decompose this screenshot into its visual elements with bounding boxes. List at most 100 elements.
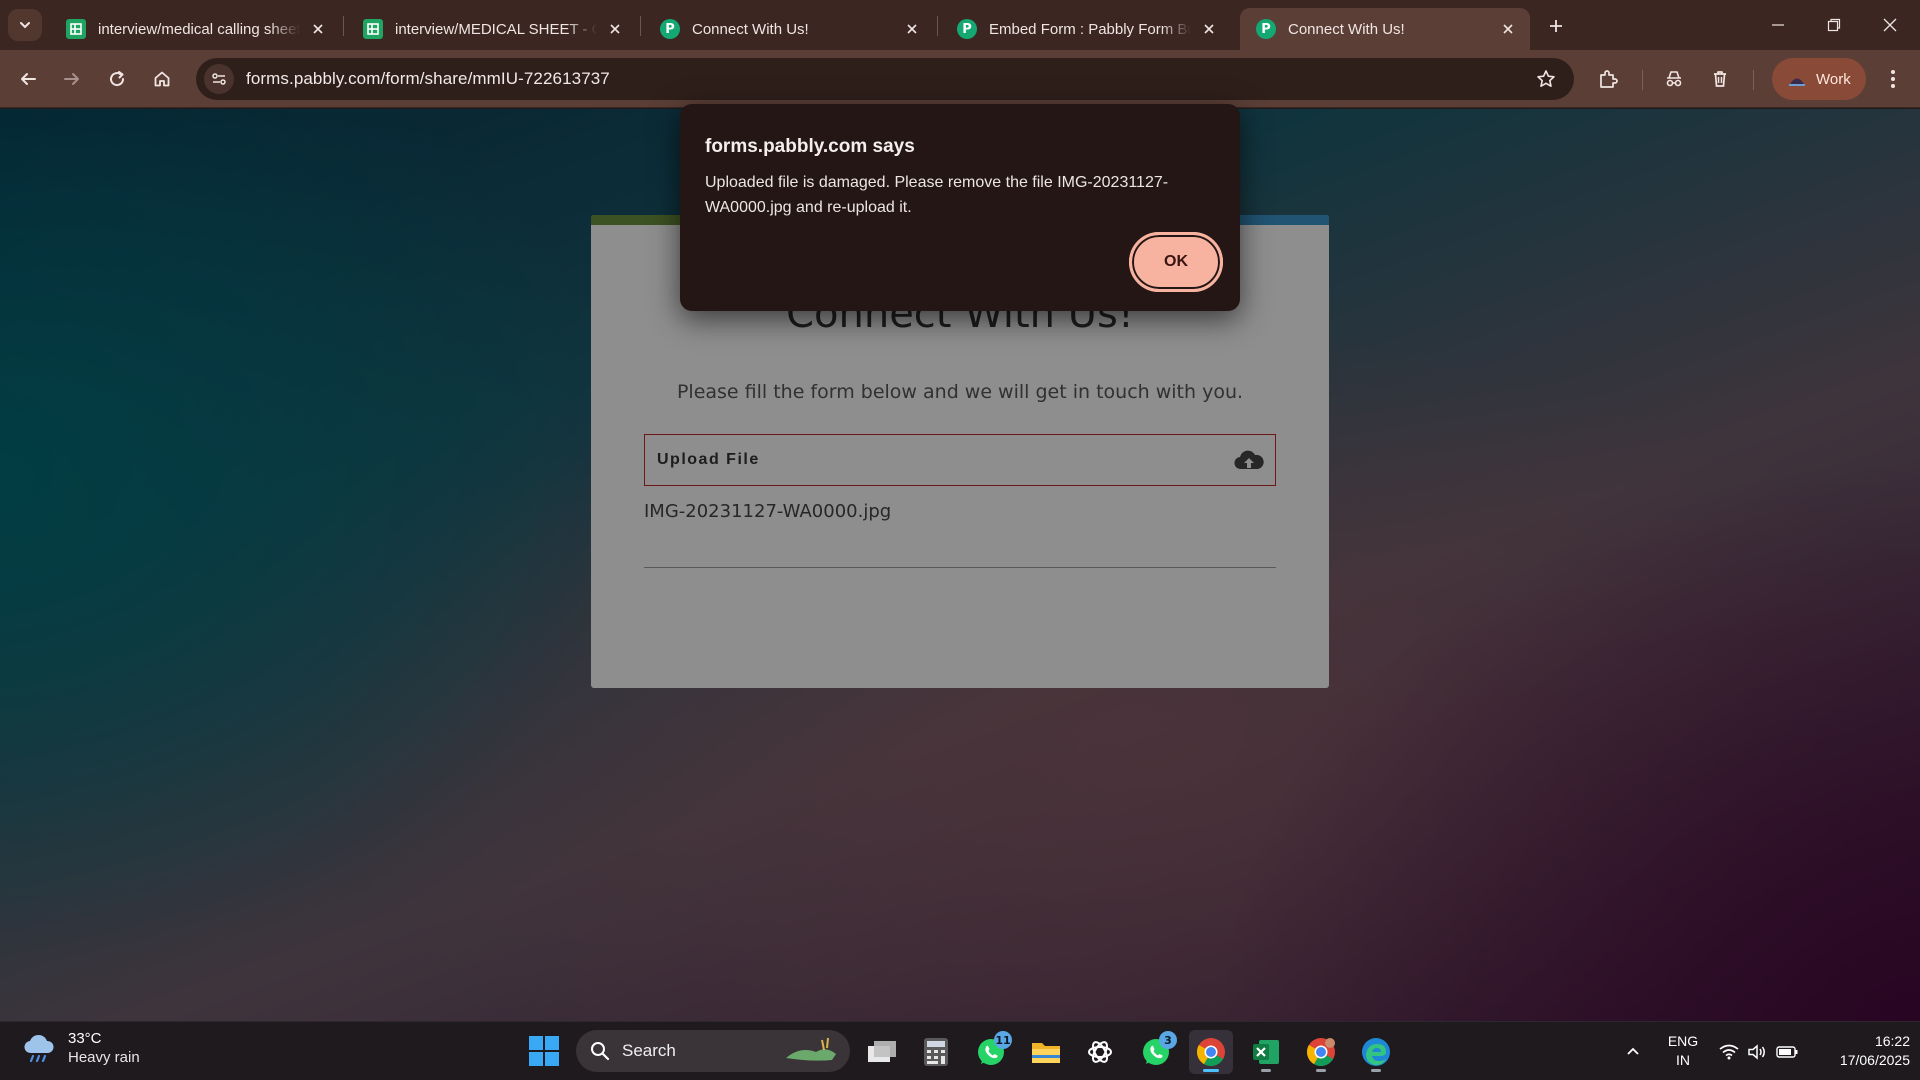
show-hidden-icons-button[interactable] [1619, 1022, 1647, 1080]
taskbar-excel[interactable] [1244, 1030, 1288, 1074]
chevron-down-icon [20, 22, 30, 29]
tab-close-icon[interactable] [902, 19, 922, 39]
browser-toolbar: forms.pabbly.com/form/share/mmIU-7226137… [0, 50, 1920, 108]
network-status[interactable] [1716, 1022, 1742, 1080]
back-button[interactable] [12, 63, 44, 95]
minimize-icon [1772, 24, 1784, 26]
tab-close-icon[interactable] [1199, 19, 1219, 39]
chrome-profile-icon [1307, 1038, 1335, 1066]
minimize-button[interactable] [1750, 0, 1806, 50]
trash-icon [1714, 71, 1726, 87]
spy-icon [1666, 71, 1682, 87]
puzzle-icon [1600, 70, 1618, 88]
clock-time: 16:22 [1874, 1033, 1910, 1049]
language-region: IN [1676, 1052, 1690, 1068]
tab-title: Embed Form : Pabbly Form Buil [989, 20, 1191, 38]
profile-button[interactable]: Work [1772, 58, 1866, 100]
close-icon [1883, 18, 1897, 32]
dialog-message: Uploaded file is damaged. Please remove … [705, 174, 1169, 216]
task-view-icon [868, 1041, 896, 1062]
chatgpt-icon [1088, 1041, 1112, 1063]
taskbar-calculator[interactable] [914, 1030, 958, 1074]
new-tab-button[interactable] [1542, 12, 1570, 40]
browser-tab-3[interactable]: P Connect With Us! [644, 8, 934, 50]
browser-tab-1[interactable]: interview/medical calling sheet [50, 8, 340, 50]
speaker-icon [1748, 1043, 1765, 1060]
home-button[interactable] [146, 63, 178, 95]
excel-icon [1253, 1040, 1279, 1064]
whatsapp-business-notification-badge: 3 [1159, 1031, 1177, 1049]
edge-icon [1362, 1038, 1390, 1066]
arrow-right-icon [64, 73, 79, 85]
search-label: Search [622, 1041, 676, 1060]
tab-close-icon[interactable] [308, 19, 328, 39]
taskbar-search[interactable]: Search [576, 1030, 850, 1072]
running-indicator [1371, 1069, 1381, 1072]
clock-date: 17/06/2025 [1839, 1052, 1910, 1068]
forward-button[interactable] [56, 63, 88, 95]
browser-tab-strip: interview/medical calling sheet intervie… [0, 0, 1920, 50]
dialog-title: forms.pabbly.com says [705, 136, 915, 157]
folder-icon [1032, 1043, 1060, 1063]
restore-button[interactable] [1806, 0, 1862, 50]
tab-title: interview/medical calling sheet [98, 20, 300, 38]
weather-widget[interactable]: 33°C Heavy rain [22, 1030, 140, 1066]
taskbar-edge[interactable] [1354, 1030, 1398, 1074]
alert-dialog: forms.pabbly.com says Uploaded file is d… [680, 104, 1240, 311]
taskbar-whatsapp-business[interactable]: 3 [1134, 1030, 1178, 1074]
pabbly-icon: P [660, 19, 680, 39]
tab-separator [343, 16, 344, 36]
browser-tab-2[interactable]: interview/MEDICAL SHEET - Goo [347, 8, 637, 50]
extensions-button[interactable] [1592, 63, 1624, 95]
address-bar[interactable]: forms.pabbly.com/form/share/mmIU-7226137… [196, 58, 1574, 100]
taskbar-chrome-profile[interactable] [1299, 1030, 1343, 1074]
browser-menu-button[interactable] [1877, 63, 1909, 95]
tab-separator [640, 16, 641, 36]
tab-close-icon[interactable] [605, 19, 625, 39]
windows-taskbar: 33°C Heavy rain Search 11 3 ENG IN 16:22… [0, 1021, 1920, 1080]
rain-cloud-icon [24, 1034, 54, 1063]
start-button[interactable] [527, 1034, 561, 1068]
weather-temperature: 33°C [68, 1030, 102, 1047]
tab-title: Connect With Us! [692, 20, 809, 38]
weather-condition: Heavy rain [68, 1049, 140, 1066]
calculator-icon [924, 1038, 948, 1066]
running-indicator [1316, 1069, 1326, 1072]
taskbar-chatgpt[interactable] [1078, 1030, 1122, 1074]
url-text[interactable]: forms.pabbly.com/form/share/mmIU-7226137… [246, 69, 610, 89]
system-clock[interactable]: 16:22 17/06/2025 [1810, 1032, 1910, 1070]
tab-search-button[interactable] [8, 9, 42, 41]
profile-label: Work [1816, 70, 1851, 88]
taskbar-task-view[interactable] [860, 1030, 904, 1074]
tab-title: interview/MEDICAL SHEET - Goo [395, 20, 597, 38]
close-window-button[interactable] [1862, 0, 1918, 50]
battery-status[interactable] [1773, 1022, 1801, 1080]
chrome-icon [1197, 1038, 1225, 1066]
taskbar-whatsapp[interactable]: 11 [969, 1030, 1013, 1074]
search-highlight-art-icon [786, 1037, 836, 1061]
site-info-icon[interactable] [204, 64, 234, 94]
battery-icon [1776, 1045, 1798, 1058]
input-language-indicator[interactable]: ENG IN [1662, 1032, 1704, 1070]
incognito-extension-button[interactable] [1658, 63, 1690, 95]
browser-tab-4[interactable]: P Embed Form : Pabbly Form Buil [941, 8, 1231, 50]
ok-button[interactable]: OK [1129, 232, 1223, 292]
browser-tab-5-active[interactable]: P Connect With Us! [1240, 8, 1530, 50]
windows-logo-icon [529, 1036, 559, 1066]
delete-extension-button[interactable] [1704, 63, 1736, 95]
search-icon [591, 1042, 610, 1061]
plus-icon [1550, 20, 1562, 32]
taskbar-chrome-active[interactable] [1189, 1030, 1233, 1074]
tab-separator [937, 16, 938, 36]
pabbly-icon: P [1256, 19, 1276, 39]
reload-button[interactable] [101, 63, 133, 95]
volume-status[interactable] [1744, 1022, 1770, 1080]
kebab-menu-icon [1891, 70, 1895, 88]
taskbar-file-explorer[interactable] [1024, 1030, 1068, 1074]
tab-close-icon[interactable] [1498, 19, 1518, 39]
toolbar-divider [1642, 70, 1643, 90]
toolbar-divider [1753, 70, 1754, 90]
arrow-left-icon [21, 73, 36, 85]
language-code: ENG [1667, 1033, 1699, 1049]
bookmark-star-icon[interactable] [1534, 67, 1558, 91]
